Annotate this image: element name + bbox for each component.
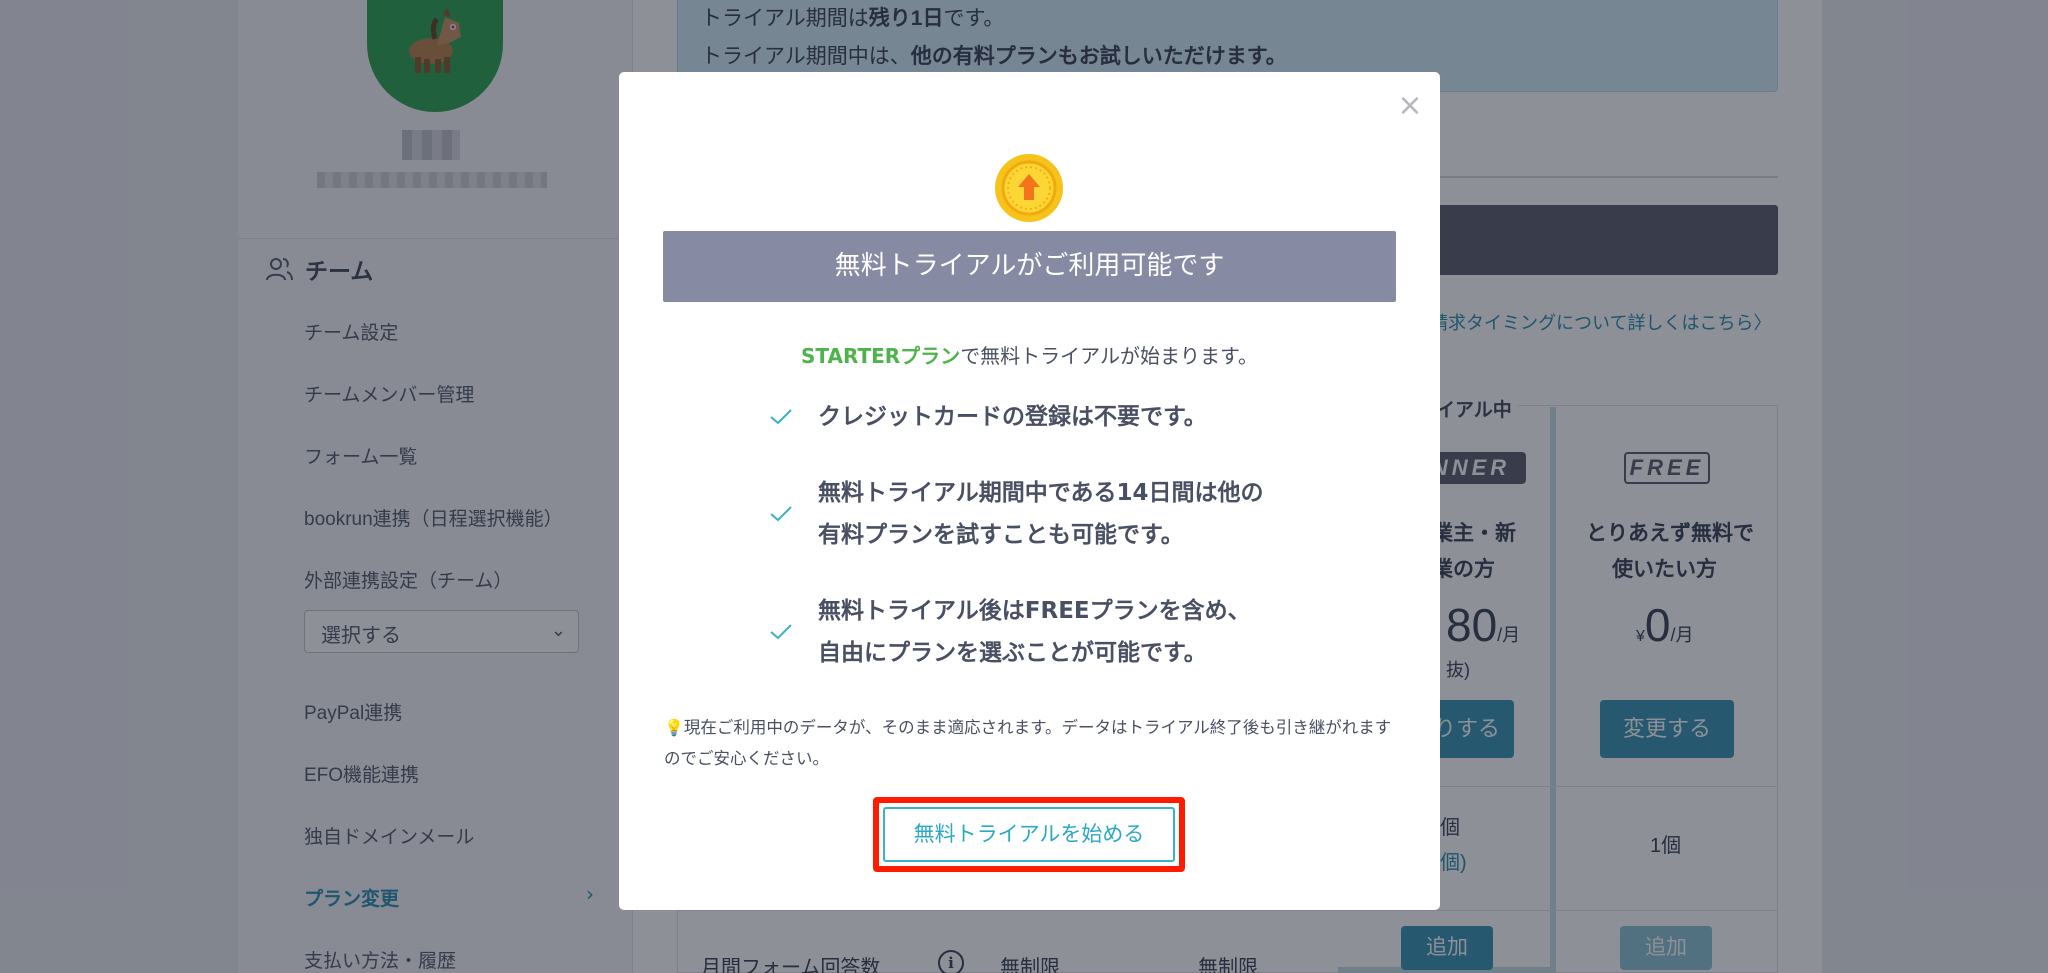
upgrade-coin-icon: [995, 154, 1063, 222]
feature-item: 無料トライアル後はFREEプランを含め、 自由にプランを選ぶことが可能です。: [770, 590, 1251, 674]
feature-item: 無料トライアル期間中である14日間は他の 有料プランを試すことも可能です。: [770, 472, 1264, 556]
check-icon: [770, 506, 792, 522]
check-icon: [770, 409, 792, 425]
trial-intro-text: STARTERプランで無料トライアルが始まります。: [801, 344, 1258, 368]
data-carryover-note: 💡現在ご利用中のデータが、そのまま適応されます。データはトライアル終了後も引き継…: [664, 718, 1392, 768]
feature-text: 有料プランを試すことも可能です。: [818, 522, 1184, 548]
feature-item: クレジットカードの登録は不要です。: [770, 396, 1207, 438]
check-icon: [770, 624, 792, 640]
close-icon[interactable]: ×: [1396, 91, 1424, 121]
modal-title: 無料トライアルがご利用可能です: [663, 231, 1396, 302]
feature-text: 無料トライアル後はFREEプランを含め、: [818, 598, 1251, 624]
lightbulb-icon: 💡: [664, 718, 684, 737]
feature-text: 自由にプランを選ぶことが可能です。: [818, 640, 1207, 666]
start-free-trial-button[interactable]: 無料トライアルを始める: [883, 807, 1175, 862]
feature-text: 無料トライアル期間中である14日間は他の: [818, 480, 1264, 506]
starter-plan-label: STARTERプラン: [801, 344, 961, 368]
feature-text: クレジットカードの登録は不要です。: [818, 404, 1207, 430]
